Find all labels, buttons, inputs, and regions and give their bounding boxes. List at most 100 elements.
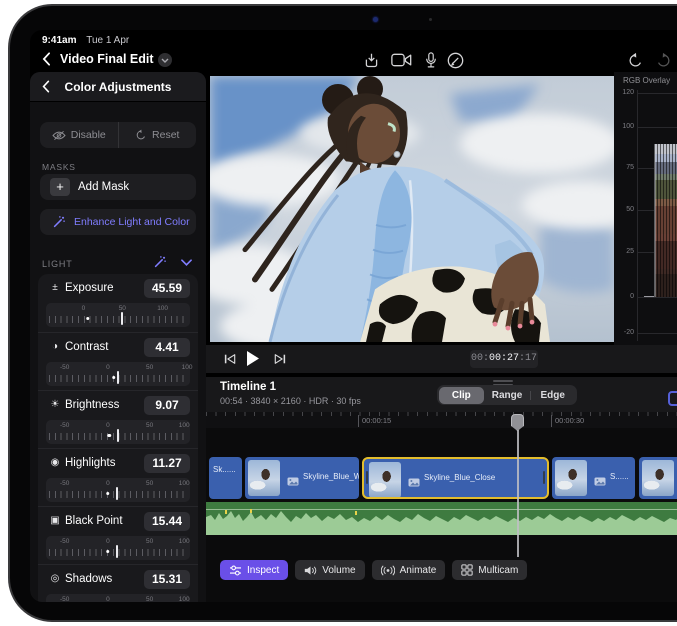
timeline-option-button-partial[interactable] bbox=[668, 391, 677, 406]
scale-label: 100 bbox=[179, 480, 190, 487]
back-icon[interactable] bbox=[42, 52, 51, 66]
disable-button[interactable]: Disable bbox=[40, 122, 118, 148]
slider-value-field[interactable]: 45.59 bbox=[144, 279, 190, 298]
scale-label: 0 bbox=[106, 596, 110, 602]
timeline-ruler[interactable]: 00:00:15 00:00:30 bbox=[206, 412, 677, 428]
slider-track[interactable]: -50 0 50 100 bbox=[46, 594, 190, 602]
reset-button[interactable]: Reset bbox=[118, 122, 197, 148]
auto-enhance-icon[interactable] bbox=[153, 255, 167, 269]
scale-label: 50 bbox=[146, 538, 153, 545]
slider-current-marker[interactable] bbox=[121, 312, 123, 325]
clip-partial-left[interactable]: Sk...... bbox=[209, 457, 242, 499]
highlights-icon: ◉ bbox=[48, 457, 62, 468]
slider-label: Brightness bbox=[65, 399, 119, 411]
slider-value-field[interactable]: 15.44 bbox=[144, 512, 190, 531]
slider-value-field[interactable]: 15.31 bbox=[144, 570, 190, 589]
voiceover-button[interactable] bbox=[420, 51, 442, 69]
import-media-button[interactable] bbox=[360, 51, 382, 69]
animate-button[interactable]: Animate bbox=[372, 560, 446, 580]
mode-range[interactable]: Range bbox=[484, 387, 530, 404]
clip-partial-s[interactable]: S...... bbox=[552, 457, 635, 499]
add-mask-label: Add Mask bbox=[78, 181, 129, 193]
disable-label: Disable bbox=[71, 129, 106, 141]
reset-icon bbox=[135, 129, 147, 141]
clip-partial-right[interactable] bbox=[639, 457, 677, 499]
edit-mode-segmented-control: Clip Range Edge bbox=[437, 385, 577, 405]
clip-skyline-blue-wide[interactable]: Skyline_Blue_Wide bbox=[245, 457, 359, 499]
inspect-label: Inspect bbox=[247, 565, 279, 576]
playhead-line[interactable] bbox=[517, 422, 519, 557]
timecode-display[interactable]: 00:00:27:17 bbox=[470, 350, 538, 368]
undo-button[interactable] bbox=[624, 51, 646, 69]
camera-button[interactable] bbox=[390, 51, 412, 69]
scale-label: 0 bbox=[106, 364, 110, 371]
scope-tick: 0 bbox=[614, 293, 634, 300]
light-heading: LIGHT bbox=[42, 259, 73, 269]
slider-track[interactable]: 0 50 100 bbox=[46, 303, 190, 327]
redo-button[interactable] bbox=[652, 51, 674, 69]
scale-label: -50 bbox=[60, 422, 69, 429]
slider-ticks bbox=[49, 316, 187, 323]
clip-thumbnail bbox=[369, 462, 401, 498]
slider-ticks bbox=[49, 491, 187, 498]
add-mask-button[interactable]: + Add Mask bbox=[40, 174, 196, 200]
play-button[interactable] bbox=[246, 350, 260, 367]
date: Tue 1 Apr bbox=[86, 35, 129, 46]
masks-heading: MASKS bbox=[42, 162, 76, 172]
next-frame-button[interactable] bbox=[274, 353, 286, 365]
slider-current-marker[interactable] bbox=[116, 487, 118, 500]
slider-default-dot bbox=[106, 550, 110, 554]
playhead-handle[interactable] bbox=[511, 414, 524, 431]
previous-frame-button[interactable] bbox=[224, 353, 236, 365]
rgb-overlay-scope: RGB Overlay 120 100 75 50 25 0 -20 bbox=[614, 72, 677, 347]
slider-value-field[interactable]: 4.41 bbox=[144, 338, 190, 357]
slider-value-field[interactable]: 9.07 bbox=[144, 396, 190, 415]
slider-label: Highlights bbox=[65, 457, 116, 469]
slider-current-marker[interactable] bbox=[117, 429, 119, 442]
front-camera bbox=[373, 17, 378, 22]
clip-skyline-blue-close-selected[interactable]: Skyline_Blue_Close bbox=[362, 457, 549, 499]
multicam-label: Multicam bbox=[478, 565, 518, 576]
inspect-sliders-icon bbox=[229, 565, 242, 576]
panel-title: Color Adjustments bbox=[30, 80, 206, 94]
ipad-device-frame: 9:41am Tue 1 Apr Video Final Edit bbox=[8, 4, 677, 622]
scale-label: -50 bbox=[60, 538, 69, 545]
previous-frame-icon bbox=[224, 353, 236, 365]
slider-value-field[interactable]: 11.27 bbox=[144, 454, 190, 473]
next-frame-icon bbox=[274, 353, 286, 365]
audio-track[interactable] bbox=[206, 502, 677, 535]
volume-label: Volume bbox=[322, 565, 355, 576]
scope-tick: 25 bbox=[614, 248, 634, 255]
scale-label: -50 bbox=[60, 596, 69, 602]
inspect-button[interactable]: Inspect bbox=[220, 560, 288, 580]
multicam-button[interactable]: Multicam bbox=[452, 560, 527, 580]
clip-name: S...... bbox=[610, 472, 629, 481]
volume-button[interactable]: Volume bbox=[295, 560, 364, 580]
collapse-chevron-icon[interactable] bbox=[181, 259, 192, 266]
draw-button[interactable] bbox=[444, 51, 466, 69]
slider-track[interactable]: -50 0 50 100 bbox=[46, 536, 190, 560]
scale-label: 50 bbox=[146, 480, 153, 487]
project-menu-button[interactable] bbox=[158, 53, 172, 67]
slider-current-marker[interactable] bbox=[117, 371, 119, 384]
slider-track[interactable]: -50 0 50 100 bbox=[46, 420, 190, 444]
black-point-icon: ▣ bbox=[48, 515, 62, 526]
mode-edge[interactable]: Edge bbox=[530, 387, 576, 404]
light-section-header: LIGHT bbox=[42, 254, 194, 270]
mode-clip[interactable]: Clip bbox=[439, 387, 485, 404]
slider-track[interactable]: -50 0 50 100 bbox=[46, 362, 190, 386]
play-icon bbox=[246, 350, 260, 367]
scale-label: 100 bbox=[179, 422, 190, 429]
reset-label: Reset bbox=[152, 129, 179, 141]
slider-ticks bbox=[49, 549, 187, 556]
enhance-button[interactable]: Enhance Light and Color bbox=[40, 209, 196, 235]
camera-icon bbox=[391, 53, 412, 67]
slider-current-marker[interactable] bbox=[116, 545, 118, 558]
audio-waveform bbox=[206, 502, 677, 535]
project-title[interactable]: Video Final Edit bbox=[60, 52, 154, 66]
clock: 9:41am bbox=[42, 35, 76, 46]
scale-label: 50 bbox=[119, 305, 126, 312]
slider-track[interactable]: -50 0 50 100 bbox=[46, 478, 190, 502]
enhance-label: Enhance Light and Color bbox=[74, 216, 190, 228]
scope-tick: 100 bbox=[614, 123, 634, 130]
